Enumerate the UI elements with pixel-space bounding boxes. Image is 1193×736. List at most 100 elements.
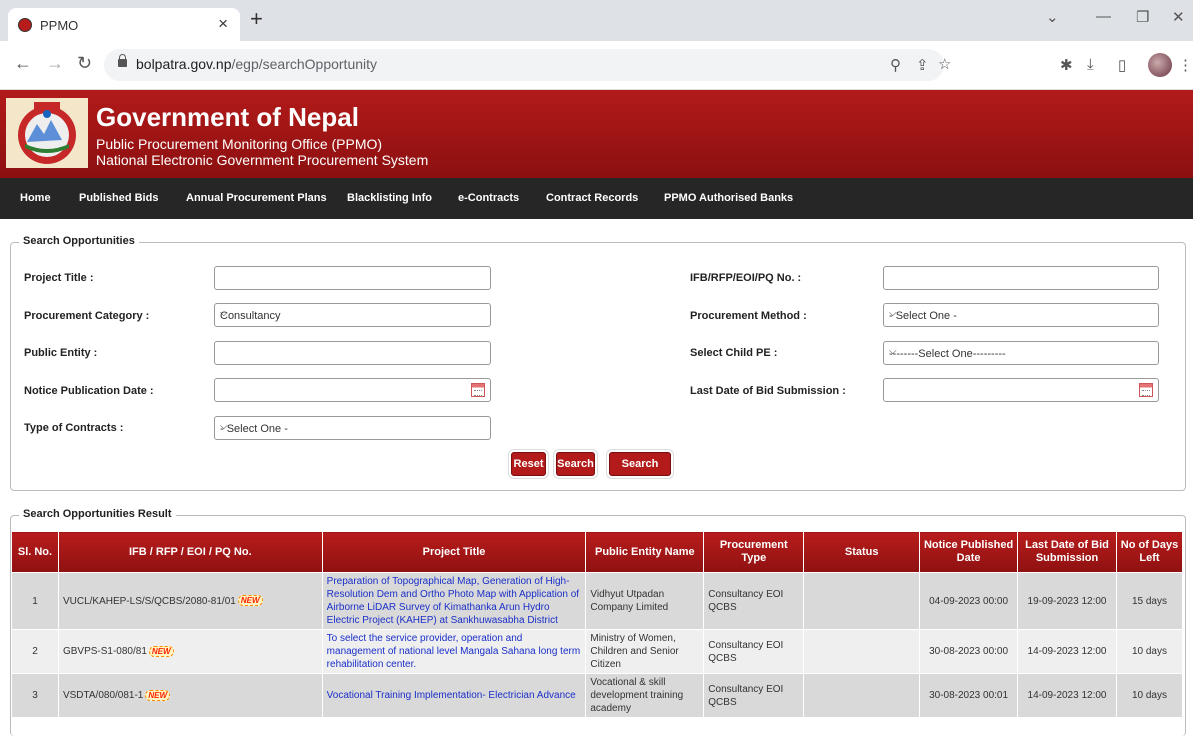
subtitle-line-1: Public Procurement Monitoring Office (PP… — [96, 136, 383, 152]
search-scp-button[interactable]: Search SCP — [609, 452, 671, 492]
nav-annual-procurement-plans[interactable]: Annual Procurement Plans — [186, 192, 327, 204]
column-header[interactable]: Last Date of Bid Submission — [1017, 531, 1117, 573]
child-pe-label: Select Child PE : — [690, 347, 778, 359]
notice-publication-date-input[interactable] — [214, 378, 491, 402]
published-date-cell: 30-08-2023 00:00 — [919, 629, 1019, 674]
project-title-cell: To select the service provider, operatio… — [321, 629, 587, 674]
nav-e-contracts[interactable]: e-Contracts — [458, 192, 519, 204]
procurement-type-cell: Consultancy EOI QCBS — [703, 673, 805, 718]
address-toolbar: ← → ↻ bolpatra.gov.np/egp/searchOpportun… — [0, 41, 1193, 90]
side-panel-icon[interactable]: ▯ — [1118, 56, 1126, 74]
project-title-cell: Preparation of Topographical Map, Genera… — [321, 572, 587, 630]
column-header[interactable]: Public Entity Name — [585, 531, 705, 573]
ifb-number-input[interactable] — [883, 266, 1159, 290]
column-header[interactable]: No of Days Left — [1115, 531, 1184, 573]
sl-cell: 3 — [11, 673, 59, 718]
days-left-cell: 10 days — [1115, 629, 1184, 674]
status-cell — [803, 572, 921, 630]
procurement-category-select[interactable]: Consultancy ⌵ — [214, 303, 491, 327]
menu-icon[interactable]: ⋮ — [1178, 56, 1193, 74]
last-date-cell: 14-09-2023 12:00 — [1017, 629, 1117, 674]
ifb-number-label: IFB/RFP/EOI/PQ No. : — [690, 272, 802, 284]
child-pe-select[interactable]: --------Select One--------- ⌵ — [883, 341, 1159, 365]
chevron-down-icon: ⌵ — [889, 308, 897, 319]
sl-cell: 2 — [11, 629, 59, 674]
main-navigation: Home Published Bids Annual Procurement P… — [0, 178, 1193, 219]
profile-avatar[interactable] — [1148, 53, 1172, 77]
download-icon[interactable]: ⤓ — [1087, 56, 1094, 73]
search-button[interactable]: Search — [556, 452, 595, 476]
ifb-cell: VSDTA/080/081-1 NEW — [57, 673, 323, 718]
reset-button[interactable]: Reset — [511, 452, 546, 476]
project-title-link[interactable]: Vocational Training Implementation- Elec… — [327, 690, 576, 701]
share-icon[interactable]: ⇪ — [916, 56, 929, 74]
minimize-icon[interactable]: — — [1096, 8, 1111, 25]
nav-blacklisting-info[interactable]: Blacklisting Info — [347, 192, 432, 204]
column-header[interactable]: IFB / RFP / EOI / PQ No. — [57, 531, 323, 573]
project-title-link[interactable]: Preparation of Topographical Map, Genera… — [327, 576, 579, 626]
site-header: Government of Nepal Public Procurement M… — [0, 90, 1193, 178]
window-close-icon[interactable]: ✕ — [1172, 8, 1185, 26]
url-bar[interactable]: bolpatra.gov.np/egp/searchOpportunity ⚲ … — [104, 49, 951, 81]
restore-icon[interactable]: ❐ — [1136, 8, 1149, 26]
column-header[interactable]: Status — [803, 531, 921, 573]
tab-search-icon[interactable]: ⌄ — [1046, 8, 1059, 26]
nav-home[interactable]: Home — [20, 192, 51, 204]
procurement-type-cell: Consultancy EOI QCBS — [703, 572, 805, 630]
url-text: bolpatra.gov.np/egp/searchOpportunity — [136, 56, 378, 72]
site-subtitle: Public Procurement Monitoring Office (PP… — [96, 136, 428, 168]
nav-contract-records[interactable]: Contract Records — [546, 192, 638, 204]
subtitle-line-2: National Electronic Government Procureme… — [96, 152, 429, 168]
results-panel-legend: Search Opportunities Result — [19, 508, 176, 520]
project-title-cell: Vocational Training Implementation- Elec… — [321, 673, 587, 718]
project-title-link[interactable]: To select the service provider, operatio… — [327, 633, 581, 670]
sl-cell: 1 — [11, 572, 59, 630]
column-header[interactable]: Sl. No. — [11, 531, 59, 573]
column-header[interactable]: Procurement Type — [703, 531, 805, 573]
public-entity-label: Public Entity : — [24, 347, 98, 359]
last-date-cell: 14-09-2023 12:00 — [1017, 673, 1117, 718]
last-date-submission-input[interactable] — [883, 378, 1159, 402]
table-row[interactable]: 3 VSDTA/080/081-1 NEW Vocational Training… — [11, 673, 1184, 718]
ifb-cell: GBVPS-S1-080/81 NEW — [57, 629, 323, 674]
entity-cell: Vidhyut Utpadan Company Limited — [585, 572, 705, 630]
type-of-contracts-label: Type of Contracts : — [24, 422, 124, 434]
table-row[interactable]: 2 GBVPS-S1-080/81 NEW To select the servi… — [11, 629, 1184, 674]
nepal-emblem-icon — [6, 98, 88, 168]
forward-icon[interactable]: → — [46, 53, 64, 74]
bookmark-star-icon[interactable]: ☆ — [938, 55, 951, 73]
type-of-contracts-select[interactable]: - Select One - ⌵ — [214, 416, 491, 440]
new-badge-icon: NEW — [148, 645, 174, 657]
table-row[interactable]: 1 VUCL/KAHEP-LS/S/QCBS/2080-81/01 NEW Pre… — [11, 572, 1184, 630]
ifb-number: VSDTA/080/081-1 — [62, 690, 144, 701]
status-cell — [803, 673, 921, 718]
project-title-label: Project Title : — [24, 272, 94, 284]
days-left-cell: 15 days — [1115, 572, 1184, 630]
ifb-number: GBVPS-S1-080/81 — [62, 646, 147, 657]
calendar-icon[interactable] — [471, 383, 485, 397]
column-header[interactable]: Notice Published Date — [919, 531, 1019, 573]
browser-tab-bar: PPMO × + ⌄ — ❐ ✕ — [0, 0, 1193, 41]
extensions-icon[interactable]: ✱ — [1060, 56, 1073, 74]
days-left-cell: 10 days — [1115, 673, 1184, 718]
ifb-cell: VUCL/KAHEP-LS/S/QCBS/2080-81/01 NEW — [57, 572, 323, 630]
last-date-submission-label: Last Date of Bid Submission : — [690, 385, 846, 397]
browser-tab[interactable]: PPMO × — [8, 8, 240, 41]
chevron-down-icon: ⌵ — [220, 308, 228, 319]
tab-close-icon[interactable]: × — [218, 14, 228, 34]
published-date-cell: 30-08-2023 00:01 — [919, 673, 1019, 718]
back-icon[interactable]: ← — [14, 53, 32, 74]
reload-icon[interactable]: ↻ — [77, 53, 92, 74]
project-title-input[interactable] — [214, 266, 491, 290]
status-cell — [803, 629, 921, 674]
procurement-method-select[interactable]: - Select One - ⌵ — [883, 303, 1159, 327]
column-header[interactable]: Project Title — [321, 531, 587, 573]
nav-ppmo-authorised-banks[interactable]: PPMO Authorised Banks — [664, 192, 793, 204]
search-panel-legend: Search Opportunities — [19, 235, 139, 247]
nav-published-bids[interactable]: Published Bids — [79, 192, 158, 204]
calendar-icon[interactable] — [1139, 383, 1153, 397]
chevron-down-icon: ⌵ — [889, 346, 897, 357]
zoom-icon[interactable]: ⚲ — [890, 56, 901, 74]
new-tab-icon[interactable]: + — [250, 6, 263, 32]
public-entity-input[interactable] — [214, 341, 491, 365]
